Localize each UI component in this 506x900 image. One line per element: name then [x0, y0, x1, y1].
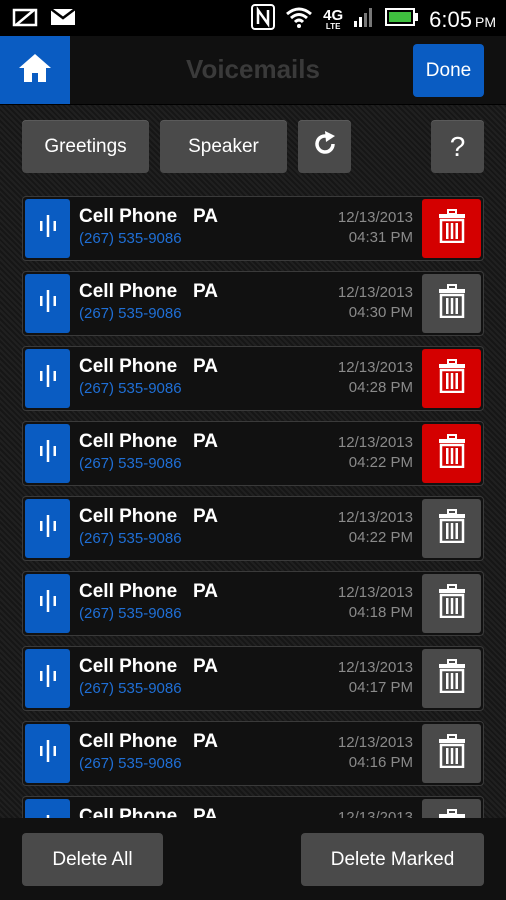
- voicemail-date: 12/13/2013: [337, 284, 413, 301]
- mark-delete-button[interactable]: [422, 499, 481, 558]
- caller-name: Cell Phone PA: [79, 431, 219, 452]
- caller-name: Cell Phone PA: [79, 581, 219, 602]
- network-type: 4G LTE: [323, 7, 344, 31]
- voicemail-time: 04:31 PM: [348, 229, 413, 246]
- voicemail-list: Cell Phone PA (267) 535-9086 12/13/2013 04:…: [22, 196, 484, 818]
- voicemail-row[interactable]: Cell Phone PA(267) 535-908612/13/201304:…: [22, 796, 484, 818]
- voicemail-time: 04:16 PM: [348, 754, 413, 771]
- voicemail-time: 04:30 PM: [348, 304, 413, 321]
- gmail-icon: [50, 6, 76, 33]
- caller-name: Cell Phone PA: [79, 656, 219, 677]
- play-voicemail-button[interactable]: [25, 499, 70, 558]
- voicemail-time: 04:22 PM: [348, 454, 413, 471]
- trash-icon: [438, 284, 466, 323]
- voicemail-row[interactable]: Cell Phone PA (267) 535-9086 12/13/2013 04:…: [22, 721, 484, 786]
- voicemail-audio-icon: [38, 438, 58, 469]
- voicemail-row[interactable]: Cell Phone PA (267) 535-9086 12/13/2013 04:…: [22, 496, 484, 561]
- footer-bar: Delete All Delete Marked: [0, 818, 506, 900]
- mark-delete-button[interactable]: [422, 274, 481, 333]
- play-voicemail-button[interactable]: [25, 574, 70, 633]
- voicemail-time: 04:22 PM: [348, 529, 413, 546]
- caller-name: Cell Phone PA: [79, 731, 219, 752]
- play-voicemail-button[interactable]: [25, 274, 70, 333]
- voicemail-date: 12/13/2013: [337, 434, 413, 451]
- caller-name: Cell Phone PA: [79, 281, 219, 302]
- trash-icon: [438, 734, 466, 773]
- status-bar: 4G LTE 6:05 PM: [0, 0, 506, 36]
- caller-name: Cell Phone PA: [79, 356, 219, 377]
- voicemail-time: 04:17 PM: [348, 679, 413, 696]
- caller-phone: (267) 535-9086: [79, 230, 182, 247]
- refresh-icon: [311, 130, 339, 164]
- caller-phone: (267) 535-9086: [79, 530, 182, 547]
- voicemail-audio-icon: [38, 288, 58, 319]
- trash-icon: [438, 434, 466, 473]
- trash-icon: [438, 209, 466, 248]
- mark-delete-button[interactable]: [422, 649, 481, 708]
- caller-phone: (267) 535-9086: [79, 755, 182, 772]
- mark-delete-button[interactable]: [422, 199, 481, 258]
- voicemail-time: 04:18 PM: [348, 604, 413, 621]
- wifi-icon: [285, 6, 313, 33]
- voicemail-audio-icon: [38, 363, 58, 394]
- help-button[interactable]: ?: [431, 120, 484, 173]
- voicemail-audio-icon: [38, 738, 58, 769]
- done-button[interactable]: Done: [413, 44, 484, 97]
- speaker-button[interactable]: Speaker: [160, 120, 287, 173]
- caller-phone: (267) 535-9086: [79, 680, 182, 697]
- caller-phone: (267) 535-9086: [79, 380, 182, 397]
- play-voicemail-button[interactable]: [25, 424, 70, 483]
- mark-delete-button[interactable]: [422, 424, 481, 483]
- trash-icon: [438, 809, 466, 818]
- voicemail-date: 12/13/2013: [337, 584, 413, 601]
- play-voicemail-button[interactable]: [25, 724, 70, 783]
- mark-delete-button[interactable]: [422, 724, 481, 783]
- refresh-button[interactable]: [298, 120, 351, 173]
- voicemail-row[interactable]: Cell Phone PA (267) 535-9086 12/13/2013 04:…: [22, 271, 484, 336]
- play-voicemail-button[interactable]: [25, 799, 70, 818]
- signal-icon: [353, 6, 375, 33]
- battery-icon: [385, 7, 419, 32]
- trash-icon: [438, 659, 466, 698]
- voicemail-row[interactable]: Cell Phone PA (267) 535-9086 12/13/2013 04:…: [22, 421, 484, 486]
- voicemail-row[interactable]: Cell Phone PA (267) 535-9086 12/13/2013 04:…: [22, 196, 484, 261]
- voicemail-row[interactable]: Cell Phone PA (267) 535-9086 12/13/2013 04:…: [22, 346, 484, 411]
- delete-marked-button[interactable]: Delete Marked: [301, 833, 484, 886]
- voicemail-date: 12/13/2013: [337, 809, 413, 818]
- play-voicemail-button[interactable]: [25, 199, 70, 258]
- voicemail-date: 12/13/2013: [337, 509, 413, 526]
- caller-phone: (267) 535-9086: [79, 605, 182, 622]
- caller-phone: (267) 535-9086: [79, 455, 182, 472]
- voicemail-date: 12/13/2013: [337, 359, 413, 376]
- mark-delete-button[interactable]: [422, 349, 481, 408]
- voicemail-audio-icon: [38, 213, 58, 244]
- greetings-button[interactable]: Greetings: [22, 120, 149, 173]
- voicemail-audio-icon: [38, 513, 58, 544]
- voicemail-row[interactable]: Cell Phone PA (267) 535-9086 12/13/2013 04:…: [22, 571, 484, 636]
- play-voicemail-button[interactable]: [25, 649, 70, 708]
- caller-name: Cell Phone PA: [79, 506, 219, 527]
- caller-phone: (267) 535-9086: [79, 305, 182, 322]
- trash-icon: [438, 584, 466, 623]
- voicemail-audio-icon: [38, 663, 58, 694]
- screenshot-icon: [12, 6, 40, 33]
- delete-all-button[interactable]: Delete All: [22, 833, 163, 886]
- voicemail-time: 04:28 PM: [348, 379, 413, 396]
- mark-delete-button[interactable]: [422, 799, 481, 818]
- app-header: Voicemails Done: [0, 36, 506, 105]
- play-voicemail-button[interactable]: [25, 349, 70, 408]
- mark-delete-button[interactable]: [422, 574, 481, 633]
- trash-icon: [438, 359, 466, 398]
- voicemail-row[interactable]: Cell Phone PA (267) 535-9086 12/13/2013 04:…: [22, 646, 484, 711]
- caller-name: Cell Phone PA: [79, 206, 219, 227]
- nfc-icon: [251, 4, 276, 35]
- clock: 6:05 PM: [429, 6, 496, 32]
- voicemail-date: 12/13/2013: [337, 659, 413, 676]
- voicemail-date: 12/13/2013: [337, 209, 413, 226]
- caller-name: Cell Phone PA: [79, 806, 219, 818]
- trash-icon: [438, 509, 466, 548]
- voicemail-date: 12/13/2013: [337, 734, 413, 751]
- voicemail-audio-icon: [38, 588, 58, 619]
